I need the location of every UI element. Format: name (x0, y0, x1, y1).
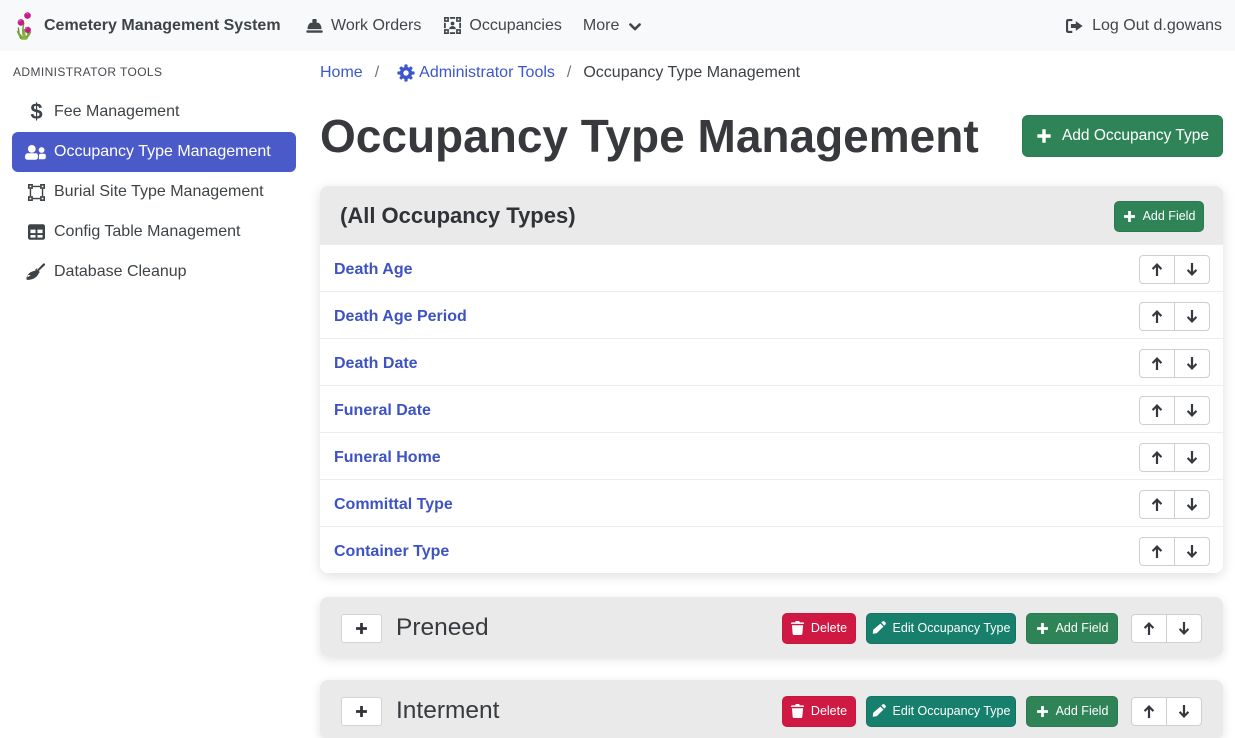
svg-text:$: $ (30, 101, 42, 123)
